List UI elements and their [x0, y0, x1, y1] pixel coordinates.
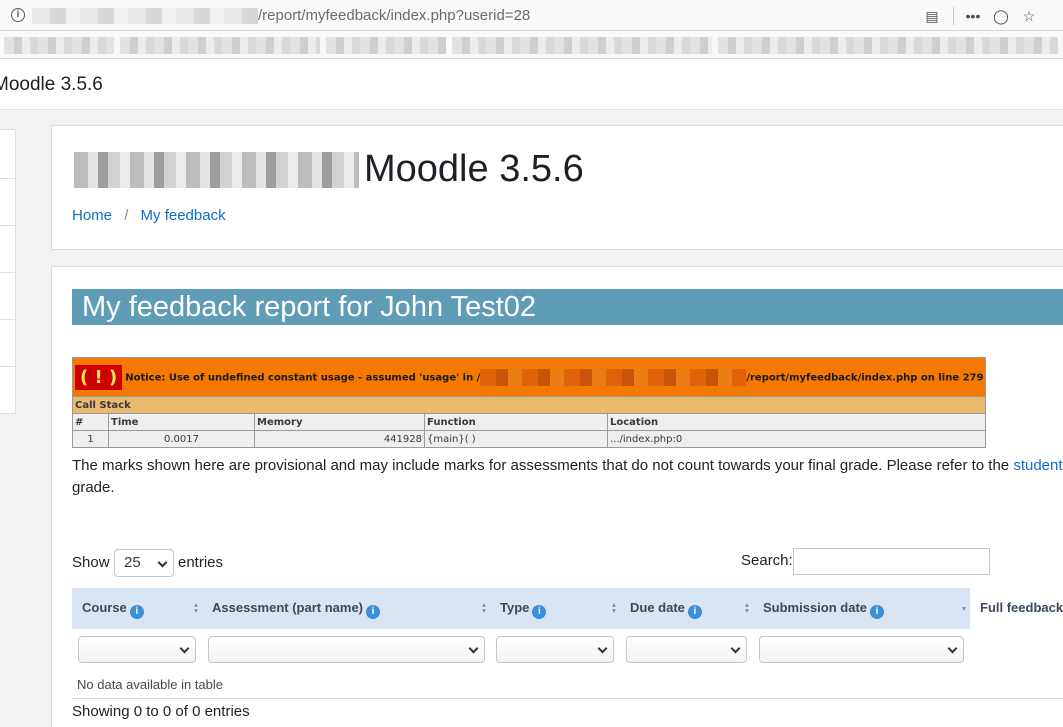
- column-header-full-feedback[interactable]: Full feedback: [980, 600, 1063, 615]
- provisional-marks-notice: The marks shown here are provisional and…: [72, 455, 1063, 499]
- pocket-icon[interactable]: ◯: [991, 6, 1011, 26]
- sort-icon[interactable]: ▲ ▼: [743, 602, 751, 615]
- help-icon[interactable]: i: [129, 605, 144, 619]
- sort-icon[interactable]: ▲ ▼: [192, 602, 200, 615]
- table-header-row: Course i ▲ ▼ Assessment (part name) i ▲ ▼ Ty…: [72, 588, 1063, 629]
- info-icon[interactable]: i: [11, 8, 25, 22]
- course-filter-select[interactable]: [78, 636, 196, 663]
- report-title: My feedback report for John Test02: [72, 289, 1063, 325]
- callstack-col-num: #: [72, 413, 109, 431]
- chevron-down-icon: [468, 643, 479, 654]
- submission-date-filter-select[interactable]: [759, 636, 964, 663]
- column-header-full-feedback-cell: Full feedback: [970, 588, 1063, 629]
- callstack-col-location: Location: [606, 413, 987, 431]
- column-header-type[interactable]: Type i: [500, 600, 547, 619]
- callstack-location: .../index.php:0: [606, 430, 987, 448]
- nav-drawer[interactable]: [0, 129, 16, 414]
- main-content: My feedback report for John Test02 ( ! )…: [51, 266, 1063, 727]
- table-info: Showing 0 to 0 of 0 entries: [72, 703, 250, 720]
- callstack-function: {main}( ): [424, 430, 608, 448]
- redacted-bookmark[interactable]: [326, 37, 446, 54]
- warning-icon: ( ! ): [75, 364, 123, 390]
- chevron-down-icon: [597, 643, 608, 654]
- callstack-col-function: Function: [424, 413, 608, 431]
- redacted-bookmark[interactable]: [452, 37, 712, 54]
- chevron-down-icon: [947, 643, 958, 654]
- drawer-divider: [0, 366, 15, 367]
- page-size-select[interactable]: 25: [114, 549, 174, 577]
- help-icon[interactable]: i: [687, 605, 702, 619]
- site-title: Moodle 3.5.6: [364, 148, 584, 190]
- redacted-url-host: [32, 8, 258, 24]
- page-header: Moodle 3.5.6 Home / My feedback: [51, 125, 1063, 250]
- moodle-navbar: Moodle 3.5.6: [0, 60, 1063, 110]
- search-input[interactable]: [793, 548, 990, 575]
- sort-icon[interactable]: ▲ ▼: [610, 602, 618, 615]
- redacted-path: [480, 368, 747, 386]
- breadcrumb-my-feedback-link[interactable]: My feedback: [141, 207, 226, 224]
- breadcrumb-home-link[interactable]: Home: [72, 207, 112, 224]
- notice-text-end: grade.: [72, 479, 115, 496]
- drawer-divider: [0, 178, 15, 179]
- notice-text: The marks shown here are provisional and…: [72, 457, 1014, 474]
- bookmarks-toolbar: [0, 31, 1063, 59]
- student-record-link[interactable]: student re: [1013, 457, 1063, 474]
- drawer-divider: [0, 272, 15, 273]
- chevron-down-icon: [730, 643, 741, 654]
- callstack-col-time: Time: [108, 413, 255, 431]
- column-header-due-date[interactable]: Due date i: [630, 600, 702, 619]
- table-divider: [72, 698, 1063, 699]
- notice-text-suffix: /report/myfeedback/index.php on line 279: [746, 372, 984, 383]
- callstack-col-memory: Memory: [254, 413, 425, 431]
- entries-label: entries: [178, 554, 224, 571]
- column-header-submission-date[interactable]: Submission date i: [763, 600, 885, 619]
- url-text[interactable]: /report/myfeedback/index.php?userid=28: [258, 7, 530, 24]
- drawer-divider: [0, 319, 15, 320]
- browser-url-bar[interactable]: i /report/myfeedback/index.php?userid=28…: [0, 0, 1063, 31]
- help-icon[interactable]: i: [870, 605, 885, 619]
- sort-icon[interactable]: ▲ ▼: [480, 602, 488, 615]
- callstack-num: 1: [72, 430, 109, 448]
- help-icon[interactable]: i: [532, 605, 547, 619]
- toolbar-separator: [953, 7, 954, 25]
- callstack-time: 0.0017: [108, 430, 255, 448]
- navbar-brand[interactable]: Moodle 3.5.6: [0, 74, 103, 96]
- reader-view-icon[interactable]: ▤: [922, 6, 942, 26]
- help-icon[interactable]: i: [366, 605, 380, 619]
- redacted-bookmark[interactable]: [718, 37, 1058, 54]
- xdebug-error: ( ! ) Notice: Use of undefined constant u…: [71, 357, 987, 448]
- chevron-down-icon: [179, 643, 190, 654]
- sort-desc-icon[interactable]: ▼: [960, 606, 968, 619]
- redacted-bookmark[interactable]: [120, 37, 320, 54]
- screen: i /report/myfeedback/index.php?userid=28…: [0, 0, 1063, 727]
- bookmark-star-icon[interactable]: ☆: [1019, 6, 1039, 26]
- column-header-course[interactable]: Course i: [82, 600, 144, 619]
- ellipsis-icon[interactable]: •••: [963, 6, 983, 26]
- redacted-logo: [74, 152, 359, 188]
- xdebug-notice: ( ! ) Notice: Use of undefined constant u…: [71, 357, 987, 397]
- page-size-value: 25: [124, 554, 141, 571]
- chevron-down-icon: [157, 557, 168, 568]
- call-stack-heading: Call Stack: [71, 396, 987, 414]
- callstack-memory: 441928: [254, 430, 425, 448]
- drawer-divider: [0, 225, 15, 226]
- empty-table-message: No data available in table: [77, 677, 223, 692]
- breadcrumb-separator: /: [124, 207, 129, 224]
- notice-text-prefix: Notice: Use of undefined constant usage …: [125, 372, 481, 383]
- callstack-row: 1 0.0017 441928 {main}( ) .../index.php:…: [72, 430, 987, 448]
- assessment-filter-select[interactable]: [208, 636, 485, 663]
- type-filter-select[interactable]: [496, 636, 614, 663]
- search-label: Search:: [741, 552, 793, 569]
- due-date-filter-select[interactable]: [626, 636, 747, 663]
- redacted-bookmark[interactable]: [4, 37, 114, 54]
- show-label: Show: [72, 554, 110, 571]
- breadcrumb: Home / My feedback: [72, 207, 226, 224]
- column-header-assessment[interactable]: Assessment (part name) i: [212, 600, 380, 619]
